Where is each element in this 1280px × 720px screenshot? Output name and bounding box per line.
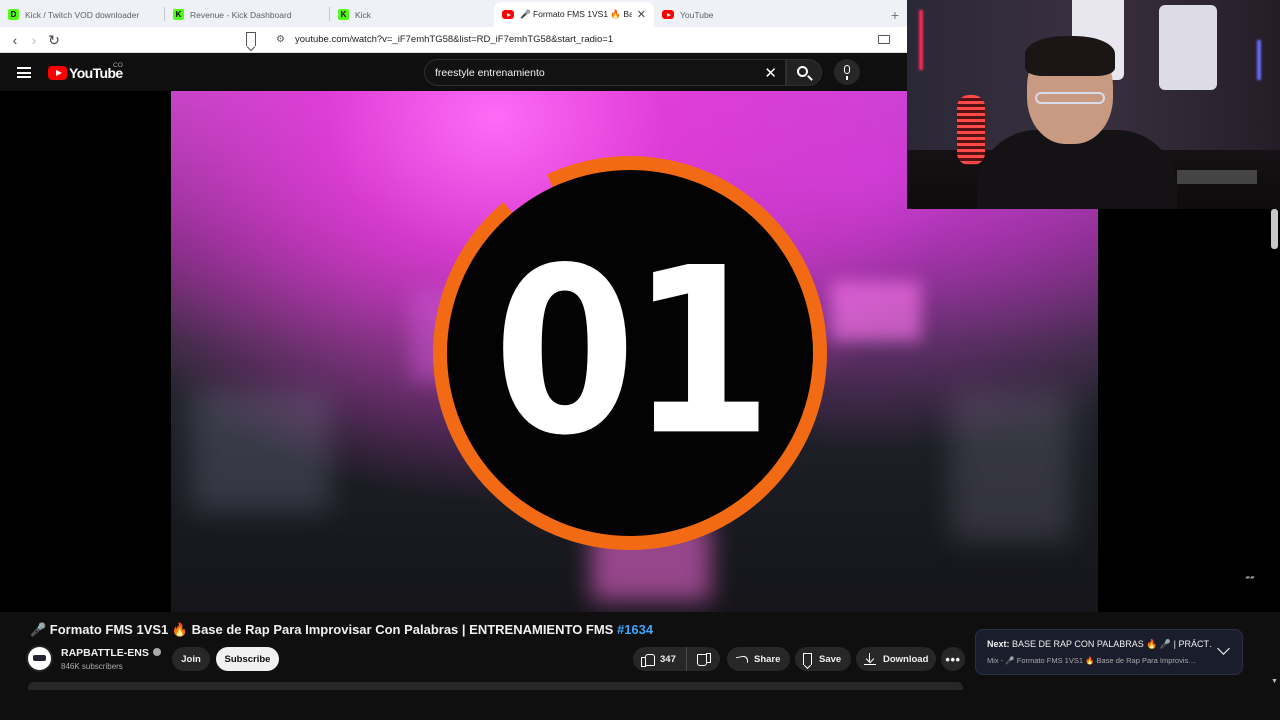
webcam-jersey: [1159, 5, 1217, 90]
browser-tab-bar: D Kick / Twitch VOD downloader K Revenue…: [0, 0, 907, 27]
tab-label: YouTube: [680, 9, 714, 20]
scroll-down-icon[interactable]: ▼: [1271, 678, 1278, 685]
youtube-favicon-icon: [502, 10, 514, 19]
video-title: 🎤 Formato FMS 1VS1 🔥 Base de Rap Para Im…: [30, 622, 653, 638]
back-button[interactable]: ‹: [6, 31, 24, 49]
download-button[interactable]: Download: [856, 647, 936, 671]
video-background: [951, 391, 1071, 541]
subscriber-count: 846K subscribers: [61, 662, 123, 671]
video-background: [831, 281, 921, 341]
share-label: Share: [754, 653, 781, 665]
channel-watermark-icon[interactable]: ▰▰: [1237, 575, 1263, 589]
cast-icon[interactable]: [878, 35, 890, 44]
search-button[interactable]: [786, 59, 822, 86]
tab-label: Kick / Twitch VOD downloader: [25, 9, 140, 20]
page-scrollbar[interactable]: [1271, 209, 1278, 249]
kick-favicon-icon: D: [8, 9, 19, 20]
verified-icon: [152, 648, 161, 656]
download-icon: [864, 653, 876, 665]
tab-vod-downloader[interactable]: D Kick / Twitch VOD downloader: [0, 2, 164, 27]
chevron-down-icon[interactable]: [1217, 642, 1230, 655]
tab-label: Kick: [355, 9, 372, 20]
countdown-number: 01: [493, 219, 772, 487]
tab-label: 🎤 Formato FMS 1VS1 🔥 Base: [520, 9, 632, 19]
reload-button[interactable]: ↻: [45, 31, 63, 49]
tab-kick[interactable]: K Kick: [330, 2, 494, 27]
webcam-overlay: [907, 0, 1280, 209]
new-tab-button[interactable]: +: [884, 2, 906, 27]
up-next-video-title: BASE DE RAP CON PALABRAS 🔥 🎤 | PRÁCT…: [1009, 639, 1212, 649]
save-button[interactable]: Save: [795, 647, 851, 671]
search-input[interactable]: freestyle entrenamiento ✕: [424, 59, 786, 86]
youtube-favicon-icon: [662, 10, 674, 19]
url-text[interactable]: youtube.com/watch?v=_iF7emhTG58&list=RD_…: [295, 34, 613, 45]
kick-favicon-icon: K: [173, 9, 184, 20]
forward-button[interactable]: ›: [25, 31, 43, 49]
webcam-light: [919, 10, 923, 70]
webcam-person: [1035, 92, 1105, 104]
site-info-icon[interactable]: ⚙: [276, 34, 285, 45]
up-next-playlist-panel[interactable]: Next: BASE DE RAP CON PALABRAS 🔥 🎤 | PRÁ…: [975, 629, 1243, 675]
video-hashtag-link[interactable]: #1634: [617, 622, 653, 637]
tab-label: Revenue - Kick Dashboard: [190, 9, 292, 20]
webcam-microphone: [957, 95, 985, 165]
video-title-text: 🎤 Formato FMS 1VS1 🔥 Base de Rap Para Im…: [30, 622, 617, 637]
microphone-icon: [844, 65, 850, 80]
youtube-header: YouTube CO freestyle entrenamiento ✕: [0, 53, 907, 91]
tab-kick-dashboard[interactable]: K Revenue - Kick Dashboard: [165, 2, 329, 27]
bookmark-icon[interactable]: [246, 32, 256, 46]
clear-search-icon[interactable]: ✕: [764, 64, 777, 82]
webcam-shelf: [1177, 170, 1257, 184]
search-query: freestyle entrenamiento: [435, 67, 545, 79]
channel-avatar[interactable]: [26, 645, 53, 672]
tab-close-icon[interactable]: ✕: [637, 8, 646, 21]
subscribe-button[interactable]: Subscribe: [216, 647, 279, 671]
kick-favicon-icon: K: [338, 9, 349, 20]
dislike-button[interactable]: [687, 647, 720, 671]
voice-search-button[interactable]: [834, 59, 860, 85]
tab-youtube[interactable]: YouTube: [654, 2, 774, 27]
youtube-logo[interactable]: YouTube: [48, 65, 123, 81]
like-count: 347: [660, 653, 676, 665]
channel-name[interactable]: RAPBATTLE-ENS: [61, 647, 161, 659]
like-button[interactable]: 347: [633, 647, 687, 671]
channel-name-text[interactable]: RAPBATTLE-ENS: [61, 647, 149, 659]
webcam-light: [1257, 40, 1261, 80]
like-dislike-group: 347: [633, 647, 720, 671]
join-button[interactable]: Join: [172, 647, 210, 671]
thumbs-down-icon: [697, 653, 711, 666]
thumbs-up-icon: [641, 653, 655, 667]
up-next-prefix: Next:: [987, 639, 1010, 649]
tab-youtube-video[interactable]: 🎤 Formato FMS 1VS1 🔥 Base ✕: [494, 2, 654, 27]
country-code: CO: [113, 62, 123, 69]
mix-playlist-title: Mix - 🎤 Formato FMS 1VS1 🔥 Base de Rap P…: [987, 656, 1196, 665]
menu-icon[interactable]: [17, 67, 31, 78]
address-bar: ‹ › ↻ ⚙ youtube.com/watch?v=_iF7emhTG58&…: [0, 27, 907, 53]
webcam-person: [1025, 36, 1115, 76]
youtube-logo-icon: [48, 66, 67, 80]
share-icon: [735, 653, 749, 665]
more-actions-button[interactable]: •••: [941, 647, 965, 671]
save-label: Save: [819, 653, 842, 665]
share-button[interactable]: Share: [727, 647, 790, 671]
save-icon: [803, 653, 812, 665]
download-label: Download: [883, 653, 929, 665]
description-box[interactable]: [28, 682, 963, 690]
up-next-title: Next: BASE DE RAP CON PALABRAS 🔥 🎤 | PRÁ…: [987, 639, 1212, 650]
video-background: [191, 391, 331, 511]
search-icon: [797, 66, 808, 77]
